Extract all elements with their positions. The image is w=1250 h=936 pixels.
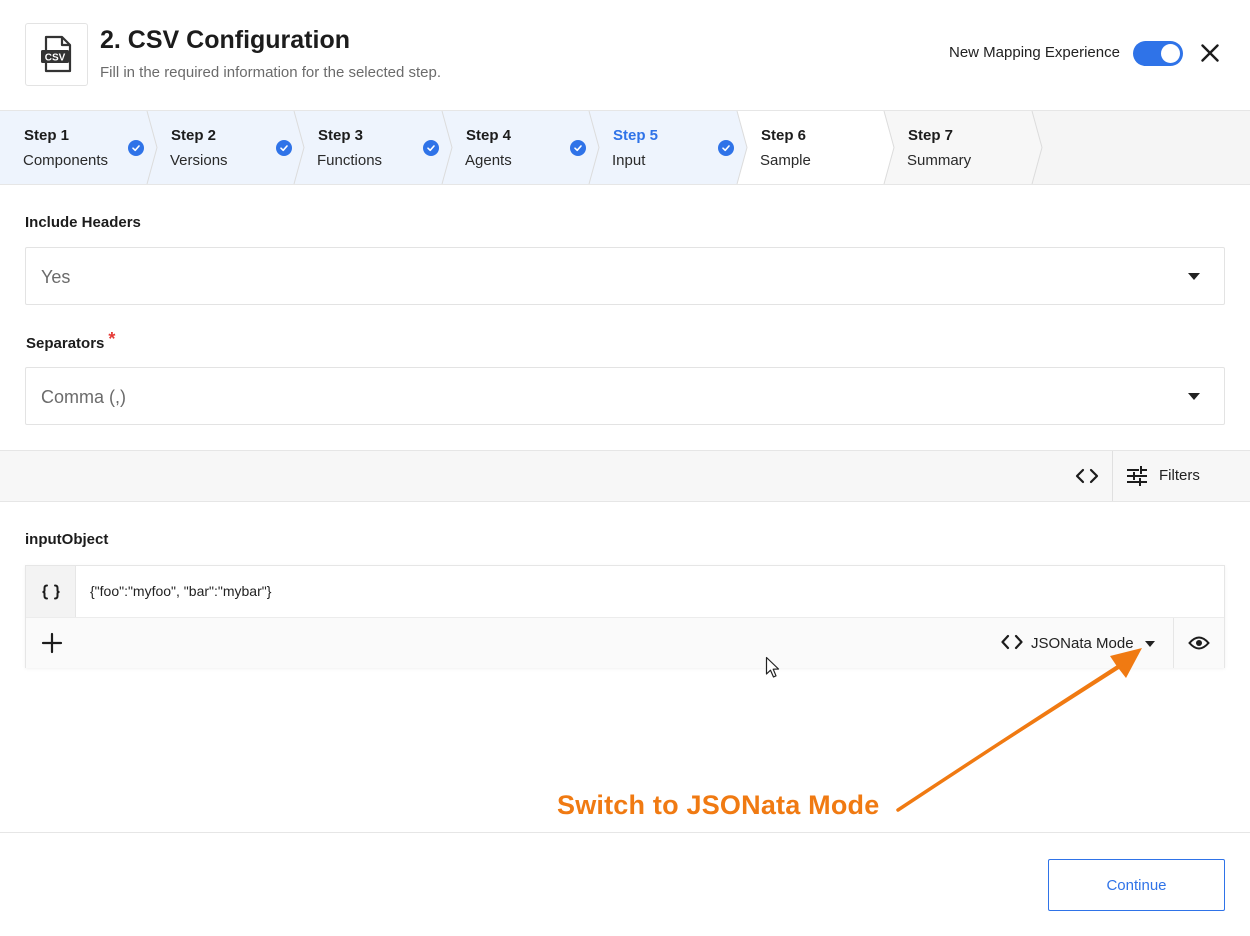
close-icon: [1201, 44, 1219, 62]
step-number: Step 4: [466, 127, 512, 144]
check-icon: [128, 140, 144, 156]
annotation-text: Switch to JSONata Mode: [557, 790, 880, 820]
step-name: Agents: [465, 152, 512, 169]
separators-select[interactable]: Comma (,): [25, 367, 1225, 425]
close-button[interactable]: [1198, 41, 1222, 65]
step-number: Step 7: [908, 127, 954, 144]
step-number: Step 2: [171, 127, 217, 144]
filters-icon: [1127, 466, 1147, 486]
jsonata-mode-label: JSONata Mode: [1031, 635, 1134, 652]
caret-down-icon: [1188, 273, 1200, 280]
separators-value: Comma (,): [41, 387, 126, 407]
check-icon: [718, 140, 734, 156]
new-mapping-toggle[interactable]: [1133, 41, 1183, 66]
step-name: Versions: [170, 152, 228, 169]
step-number: Step 5: [613, 127, 659, 144]
include-headers-value: Yes: [41, 267, 71, 287]
continue-button[interactable]: Continue: [1048, 859, 1225, 911]
jsonata-mode-dropdown[interactable]: JSONata Mode: [1001, 618, 1171, 668]
step-name: Components: [23, 152, 109, 169]
caret-down-icon: [1145, 641, 1155, 647]
input-object-editor: {"foo":"myfoo", "bar":"mybar"} JSONata M…: [25, 565, 1225, 668]
step-sample[interactable]: Step 6 Sample: [737, 111, 884, 186]
new-mapping-label: New Mapping Experience: [949, 44, 1120, 61]
caret-down-icon: [1188, 393, 1200, 400]
filters-button[interactable]: Filters: [1113, 451, 1250, 501]
braces-icon: [41, 584, 60, 599]
step-name: Functions: [317, 152, 383, 169]
step-components[interactable]: Step 1 Components: [0, 111, 147, 186]
plus-icon: [41, 632, 63, 654]
preview-button[interactable]: [1174, 618, 1224, 668]
csv-icon-text: CSV: [44, 52, 65, 63]
step-number: Step 1: [24, 127, 70, 144]
check-icon: [423, 140, 439, 156]
step-summary[interactable]: Step 7 Summary: [884, 111, 1032, 186]
stepper: Step 1 Components Step 2 Versions Step 3…: [0, 110, 1250, 185]
step-functions[interactable]: Step 3 Functions: [294, 111, 442, 186]
mapping-toolbar: Filters: [0, 450, 1250, 502]
mouse-cursor-icon: [765, 656, 780, 678]
code-icon: [1075, 468, 1099, 484]
input-object-value[interactable]: {"foo":"myfoo", "bar":"mybar"}: [90, 583, 271, 599]
step-number: Step 6: [761, 127, 807, 144]
footer-divider: [0, 832, 1250, 833]
include-headers-label: Include Headers: [25, 214, 141, 231]
check-icon: [570, 140, 586, 156]
separators-label: Separators *: [26, 329, 116, 353]
eye-icon: [1188, 636, 1210, 650]
step-agents[interactable]: Step 4 Agents: [442, 111, 589, 186]
json-type-indicator: [26, 566, 76, 617]
filters-label: Filters: [1159, 467, 1200, 484]
step-name: Sample: [760, 152, 811, 169]
code-icon: [1001, 634, 1023, 650]
step-versions[interactable]: Step 2 Versions: [147, 111, 294, 186]
check-icon: [276, 140, 292, 156]
dialog-header: CSV 2. CSV Configuration Fill in the req…: [0, 0, 1250, 110]
page-subtitle: Fill in the required information for the…: [100, 64, 442, 81]
step-name: Input: [612, 152, 646, 169]
input-object-label: inputObject: [25, 531, 109, 548]
page-title: 2. CSV Configuration: [100, 26, 350, 54]
required-marker: *: [108, 329, 116, 349]
add-button[interactable]: [41, 632, 63, 654]
step-number: Step 3: [318, 127, 364, 144]
step-name: Summary: [907, 152, 972, 169]
step-input[interactable]: Step 5 Input: [589, 111, 737, 186]
toggle-knob: [1161, 44, 1180, 63]
separators-label-text: Separators: [26, 335, 105, 352]
include-headers-select[interactable]: Yes: [25, 247, 1225, 305]
csv-file-icon: CSV: [25, 23, 88, 86]
input-object-actions: JSONata Mode: [26, 617, 1224, 668]
code-view-button[interactable]: [1062, 451, 1112, 501]
